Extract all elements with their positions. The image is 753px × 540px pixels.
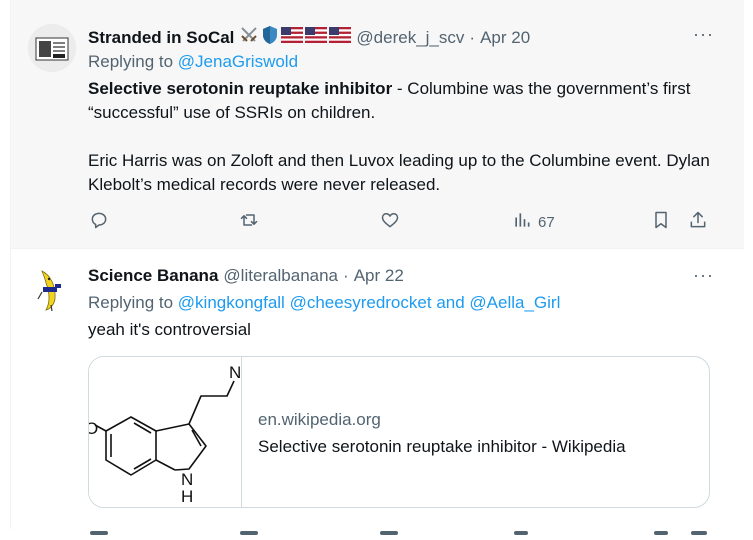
crossed-swords-icon	[239, 26, 259, 49]
tweet-date[interactable]: Apr 22	[354, 266, 404, 286]
replying-to: Replying to @kingkongfall @cheesyredrock…	[88, 293, 560, 313]
more-options-icon[interactable]: ···	[693, 265, 714, 286]
tweet-actions: 67	[88, 210, 718, 236]
card-domain: en.wikipedia.org	[258, 410, 381, 429]
link-card[interactable]: N N H O en.wikipedia.org Selective serot…	[88, 356, 710, 508]
bookmark-icon	[651, 210, 671, 234]
bookmark-button[interactable]	[651, 210, 671, 234]
mention-and: and	[436, 293, 465, 312]
tweet-text-bold: Selective serotonin reuptake inhibitor	[88, 79, 393, 98]
card-title[interactable]: Selective serotonin reuptake inhibitor -…	[258, 437, 626, 457]
reply-icon	[89, 210, 109, 234]
atom-n-label: N	[229, 363, 241, 382]
us-flag-icon	[329, 27, 352, 48]
replying-to: Replying to @JenaGriswold	[88, 52, 298, 72]
mention-link[interactable]: @JenaGriswold	[178, 52, 298, 71]
replying-to-label: Replying to	[88, 52, 174, 71]
share-button[interactable]	[688, 210, 708, 234]
retweet-icon	[239, 210, 259, 234]
tweet-date[interactable]: Apr 20	[480, 28, 530, 48]
tweet-header: Stranded in SoCal @derek_j_scv · Apr 20	[88, 25, 530, 50]
avatar[interactable]	[28, 24, 76, 72]
author-handle[interactable]: @derek_j_scv	[356, 28, 464, 48]
avatar[interactable]	[28, 265, 76, 313]
atom-nh-h-label: H	[181, 487, 193, 506]
tweet[interactable]: Science Banana @literalbanana · Apr 22 ·…	[11, 249, 744, 535]
tweet-actions	[88, 522, 718, 535]
tweet-text-paragraph: Eric Harris was on Zoloft and then Luvox…	[88, 151, 710, 194]
bar-chart-icon	[512, 210, 532, 234]
atom-o-label: O	[89, 419, 98, 438]
timeline: Stranded in SoCal @derek_j_scv · Apr 20 …	[10, 0, 753, 535]
tweet-text-paragraph: yeah it's controversial	[88, 320, 251, 339]
views-button[interactable]: 67	[512, 210, 555, 234]
card-image-molecule: N N H O	[89, 357, 242, 507]
tweet-text: Selective serotonin reuptake inhibitor -…	[88, 77, 728, 197]
heart-icon	[380, 210, 400, 234]
replying-to-label: Replying to	[88, 293, 174, 312]
retweet-button[interactable]	[239, 210, 259, 234]
tweet-text: yeah it's controversial	[88, 318, 728, 342]
tweet[interactable]: Stranded in SoCal @derek_j_scv · Apr 20 …	[11, 0, 744, 249]
share-icon	[688, 210, 708, 234]
author-handle[interactable]: @literalbanana	[223, 266, 338, 286]
views-count: 67	[538, 213, 555, 231]
separator-dot: ·	[343, 266, 349, 285]
author-name[interactable]: Science Banana	[88, 266, 218, 286]
more-options-icon[interactable]: ···	[693, 24, 714, 45]
us-flag-icon	[305, 27, 328, 48]
author-name[interactable]: Stranded in SoCal	[88, 28, 234, 48]
reply-button[interactable]	[89, 210, 109, 234]
name-emojis	[239, 25, 352, 50]
us-flag-icon	[281, 27, 304, 48]
mention-link[interactable]: @cheesyredrocket	[290, 293, 432, 312]
tweet-header: Science Banana @literalbanana · Apr 22	[88, 266, 404, 286]
like-button[interactable]	[380, 210, 400, 234]
mention-link[interactable]: @kingkongfall	[178, 293, 285, 312]
separator-dot: ·	[469, 27, 476, 47]
shield-icon	[261, 25, 279, 50]
mention-link[interactable]: @Aella_Girl	[469, 293, 560, 312]
